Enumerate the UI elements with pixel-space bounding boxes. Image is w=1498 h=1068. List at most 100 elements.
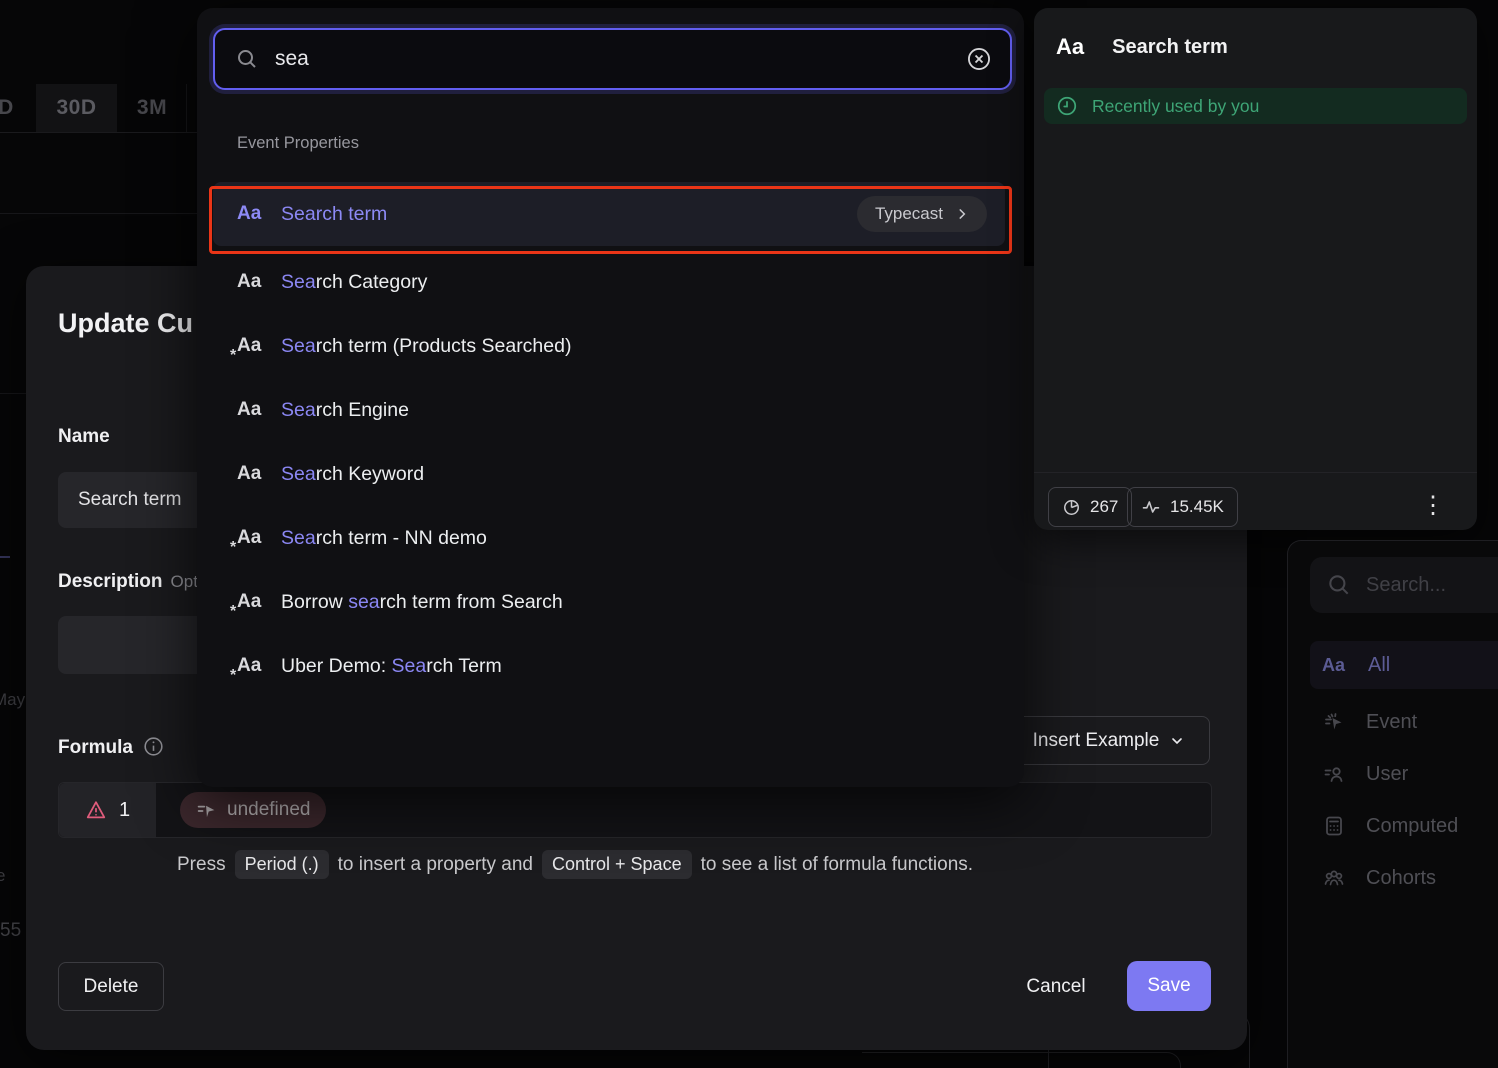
search-icon <box>1326 572 1352 598</box>
cohorts-icon <box>1322 866 1346 890</box>
volume-value: 15.45K <box>1170 497 1224 517</box>
cardinality-value: 267 <box>1090 497 1118 517</box>
custom-property-marker: * <box>230 347 236 365</box>
sidebar-item-computed[interactable]: Computed <box>1310 802 1498 850</box>
recently-used-label: Recently used by you <box>1092 96 1259 117</box>
calculator-icon <box>1322 814 1346 838</box>
bg-card-outline-2 <box>862 1052 1181 1068</box>
insert-example-button[interactable]: Insert Example <box>1008 716 1210 765</box>
sidebar-search-placeholder: Search... <box>1366 574 1446 597</box>
tab-divider <box>186 84 187 132</box>
undefined-property-chip[interactable]: undefined <box>180 792 326 828</box>
tab-3m[interactable]: 3M <box>118 84 186 132</box>
event-icon <box>1322 710 1346 734</box>
property-detail-panel: Aa Search term Recently used by you 267 … <box>1034 8 1477 530</box>
save-button[interactable]: Save <box>1127 961 1211 1011</box>
sidebar-item-label: Cohorts <box>1366 867 1436 890</box>
sidebar-item-user[interactable]: User <box>1310 750 1498 798</box>
result-label: Uber Demo: Search Term <box>281 655 502 678</box>
typecast-badge[interactable]: Typecast <box>857 196 987 232</box>
description-label-text: Description <box>58 571 163 592</box>
formula-hint: Press Period (.) to insert a property an… <box>177 850 973 879</box>
bg-axis-label-month: May <box>0 690 25 710</box>
result-row-search-term-nn-demo[interactable]: Aa* Search term - NN demo <box>213 506 1005 570</box>
result-row-borrow-search-term[interactable]: Aa* Borrow search term from Search <box>213 570 1005 634</box>
text-property-icon: Aa <box>1322 655 1348 676</box>
result-row-search-term-products[interactable]: Aa* Search term (Products Searched) <box>213 314 1005 378</box>
sidebar-item-cohorts[interactable]: Cohorts <box>1310 854 1498 902</box>
property-search-input[interactable] <box>273 46 966 72</box>
result-row-uber-demo-search-term[interactable]: Aa* Uber Demo: Search Term <box>213 634 1005 698</box>
sidebar-search-box[interactable]: Search... <box>1310 557 1498 613</box>
kbd-control-space: Control + Space <box>542 850 692 879</box>
property-search-dropdown: Event Properties Aa* Search term Typecas… <box>197 8 1024 787</box>
chevron-right-icon <box>955 207 969 221</box>
formula-label: Formula <box>58 736 164 759</box>
time-range-tabbar: D 30D 3M <box>0 84 197 133</box>
custom-text-property-icon: Aa* <box>237 335 281 357</box>
hint-press: Press <box>177 854 226 876</box>
chevron-down-icon <box>1169 733 1185 749</box>
result-label: Search Keyword <box>281 463 424 486</box>
pie-chart-icon <box>1062 498 1081 517</box>
custom-property-marker: * <box>230 539 236 557</box>
activity-icon <box>1141 497 1161 517</box>
result-label: Search term (Products Searched) <box>281 335 571 358</box>
result-label: Search term - NN demo <box>281 527 487 550</box>
formula-label-text: Formula <box>58 737 133 758</box>
sidebar-item-all[interactable]: Aa All <box>1310 641 1498 689</box>
detail-header: Aa Search term <box>1056 34 1228 60</box>
modal-title: Update Cu <box>58 308 193 339</box>
clear-search-icon[interactable] <box>966 46 992 72</box>
result-row-search-category[interactable]: Aa* Search Category <box>213 250 1005 314</box>
bg-axis-label-letter: e <box>0 866 5 886</box>
detail-title: Search term <box>1112 36 1228 59</box>
result-label: Search Engine <box>281 399 409 422</box>
property-search-box[interactable] <box>213 28 1012 90</box>
custom-text-property-icon: Aa* <box>237 655 281 677</box>
recently-used-badge: Recently used by you <box>1044 88 1467 124</box>
hint-mid: to insert a property and <box>338 854 533 876</box>
event-property-icon <box>196 800 217 821</box>
text-property-icon: Aa* <box>237 463 281 485</box>
text-property-icon: Aa <box>1056 34 1084 60</box>
section-label-event-properties: Event Properties <box>237 134 359 153</box>
insert-example-label: Insert Example <box>1033 730 1160 752</box>
sidebar-item-label: User <box>1366 763 1408 786</box>
detail-footer: 267 15.45K ⋮ <box>1034 472 1477 531</box>
result-label: Search Category <box>281 271 427 294</box>
more-options-icon[interactable]: ⋮ <box>1421 487 1445 525</box>
name-label: Name <box>58 426 110 448</box>
cancel-button[interactable]: Cancel <box>1001 962 1111 1011</box>
result-row-search-engine[interactable]: Aa* Search Engine <box>213 378 1005 442</box>
warning-icon <box>85 799 107 821</box>
property-type-sidebar: Search... Aa All Event User <box>1287 540 1498 1068</box>
formula-input[interactable]: 1 undefined <box>58 782 1212 838</box>
error-count: 1 <box>119 799 130 822</box>
app-screen: D 30D 3M May e 55 Update Cu Name Descrip… <box>0 0 1498 1068</box>
result-label: Search term <box>281 203 387 226</box>
sidebar-item-label: Computed <box>1366 815 1458 838</box>
bg-axis-label-number: 55 <box>0 920 21 942</box>
volume-badge[interactable]: 15.45K <box>1127 487 1238 527</box>
tab-30d[interactable]: 30D <box>36 84 117 132</box>
user-icon <box>1322 762 1346 786</box>
bg-gridline <box>0 393 26 394</box>
formula-error-segment: 1 <box>59 783 156 837</box>
sidebar-item-event[interactable]: Event <box>1310 698 1498 746</box>
typecast-label: Typecast <box>875 204 943 224</box>
tab-7d[interactable]: D <box>0 84 18 132</box>
cardinality-badge[interactable]: 267 <box>1048 487 1132 527</box>
custom-text-property-icon: Aa* <box>237 591 281 613</box>
result-row-search-term[interactable]: Aa* Search term Typecast <box>213 182 1005 246</box>
search-icon <box>235 47 259 71</box>
text-property-icon: Aa* <box>237 271 281 293</box>
undefined-chip-label: undefined <box>227 799 310 821</box>
result-row-search-keyword[interactable]: Aa* Search Keyword <box>213 442 1005 506</box>
sidebar-item-label: Event <box>1366 711 1417 734</box>
info-icon <box>143 736 164 757</box>
delete-button[interactable]: Delete <box>58 962 164 1011</box>
custom-text-property-icon: Aa* <box>237 527 281 549</box>
bg-chart-line <box>0 556 10 558</box>
result-label: Borrow search term from Search <box>281 591 563 614</box>
